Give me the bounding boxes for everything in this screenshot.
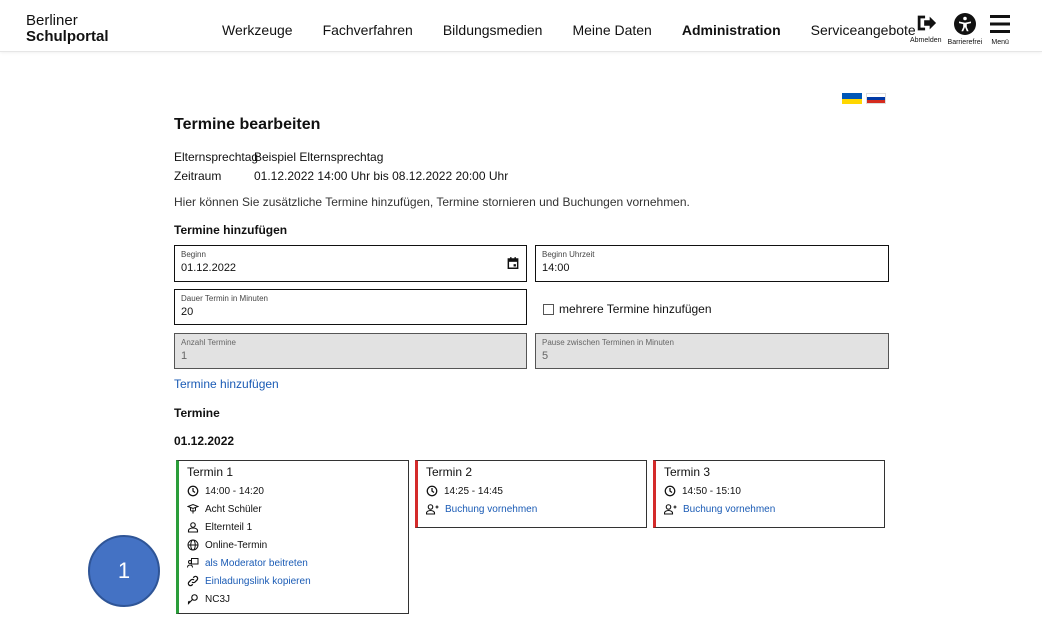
presenter-icon [187, 558, 199, 568]
page-description: Hier können Sie zusätzliche Termine hinz… [174, 195, 690, 209]
key-icon [187, 594, 198, 605]
field-value: 20 [181, 306, 194, 318]
termin-type: Online-Termin [187, 536, 400, 554]
globe-icon [187, 539, 199, 551]
logout-button[interactable]: Abmelden [910, 12, 942, 46]
booking-link[interactable]: Buchung vornehmen [445, 504, 537, 515]
termin-title: Termin 2 [426, 465, 473, 479]
termine-date: 01.12.2022 [174, 434, 235, 448]
nav-item-bildungsmedien[interactable]: Bildungsmedien [443, 22, 543, 38]
accessibility-icon [953, 13, 976, 35]
termine-section-title: Termine [174, 406, 220, 420]
termin-student: Acht Schüler [187, 500, 400, 518]
main-nav: Werkzeuge Fachverfahren Bildungsmedien M… [222, 22, 946, 38]
anzahl-termine-field: Anzahl Termine 1 [174, 333, 527, 369]
logout-label: Abmelden [910, 37, 942, 44]
field-label: Beginn [181, 250, 206, 259]
nav-item-fachverfahren[interactable]: Fachverfahren [323, 22, 413, 38]
field-label: Anzahl Termine [181, 338, 236, 347]
info-key: Zeitraum [174, 169, 222, 183]
info-value: 01.12.2022 14:00 Uhr bis 08.12.2022 20:0… [254, 169, 509, 183]
russian-flag-icon[interactable] [866, 93, 886, 104]
add-person-icon [664, 504, 677, 515]
termin-title: Termin 3 [664, 465, 711, 479]
termin-card-2[interactable]: Termin 2 14:25 - 14:45 Buchung vornehmen [415, 460, 647, 528]
brand-line2: Schulportal [26, 28, 109, 45]
info-value: Beispiel Elternsprechtag [254, 150, 384, 164]
menu-label: Menü [991, 39, 1009, 46]
nav-item-werkzeuge[interactable]: Werkzeuge [222, 22, 293, 38]
termin-moderator-row: als Moderator beitreten [187, 554, 400, 572]
moderator-join-link[interactable]: als Moderator beitreten [205, 558, 308, 569]
menu-button[interactable]: Menü [988, 12, 1012, 46]
ukrainian-flag-icon[interactable] [842, 93, 862, 104]
termin-parent: Elternteil 1 [187, 518, 400, 536]
termin-time: 14:00 - 14:20 [187, 482, 400, 500]
field-label: Dauer Termin in Minuten [181, 294, 269, 303]
termin-title: Termin 1 [187, 465, 234, 479]
termin-booking-row: Buchung vornehmen [426, 500, 638, 518]
add-person-icon [426, 504, 439, 515]
field-label: Pause zwischen Terminen in Minuten [542, 338, 674, 347]
accessibility-button[interactable]: Barrierefrei [947, 12, 983, 46]
field-value: 5 [542, 350, 549, 362]
multi-termine-checkbox[interactable]: mehrere Termine hinzufügen [543, 302, 712, 316]
nav-item-administration[interactable]: Administration [682, 22, 781, 38]
header-actions: Abmelden Barrierefrei Menü [910, 12, 1018, 46]
person-icon [187, 522, 199, 533]
clock-icon [426, 485, 438, 497]
page-title: Termine bearbeiten [174, 116, 321, 133]
booking-link[interactable]: Buchung vornehmen [683, 504, 775, 515]
termin-invite-row: Einladungslink kopieren [187, 572, 400, 590]
field-value: 14:00 [542, 262, 570, 274]
termin-card-1[interactable]: Termin 1 14:00 - 14:20 Acht Schüler Elte… [176, 460, 409, 614]
logout-icon [917, 15, 936, 31]
add-termine-link[interactable]: Termine hinzufügen [174, 377, 279, 391]
language-switcher [842, 93, 886, 104]
top-header: Berliner Schulportal Werkzeuge Fachverfa… [0, 0, 1042, 52]
checkbox-box[interactable] [543, 303, 554, 315]
beginn-date-field[interactable]: Beginn 01.12.2022 [174, 245, 527, 282]
field-value: 1 [181, 350, 188, 362]
field-label: Beginn Uhrzeit [542, 250, 595, 259]
termin-booking-row: Buchung vornehmen [664, 500, 876, 518]
pause-field: Pause zwischen Terminen in Minuten 5 [535, 333, 889, 369]
student-icon [187, 503, 199, 514]
brand-logo[interactable]: Berliner Schulportal [26, 13, 109, 45]
nav-item-serviceangebote[interactable]: Serviceangebote [811, 22, 916, 38]
dauer-field[interactable]: Dauer Termin in Minuten 20 [174, 289, 527, 325]
calendar-icon[interactable] [506, 256, 520, 270]
step-number-badge: 1 [88, 535, 160, 607]
termin-time: 14:25 - 14:45 [426, 482, 638, 500]
checkbox-label: mehrere Termine hinzufügen [559, 302, 712, 316]
nav-item-meine-daten[interactable]: Meine Daten [572, 22, 651, 38]
termin-card-3[interactable]: Termin 3 14:50 - 15:10 Buchung vornehmen [653, 460, 885, 528]
termin-code-row: NC3J [187, 590, 400, 608]
info-key: Elternsprechtag [174, 150, 259, 164]
hamburger-menu-icon [990, 15, 1011, 33]
accessibility-label: Barrierefrei [947, 39, 983, 46]
clock-icon [664, 485, 676, 497]
beginn-uhrzeit-field[interactable]: Beginn Uhrzeit 14:00 [535, 245, 889, 282]
info-row-zeitraum: Zeitraum 01.12.2022 14:00 Uhr bis 08.12.2… [174, 169, 508, 183]
field-value: 01.12.2022 [181, 262, 237, 274]
badge-number: 1 [117, 558, 131, 583]
clock-icon [187, 485, 199, 497]
link-icon [187, 575, 199, 587]
brand-line1: Berliner [26, 12, 78, 29]
info-row-elternsprechtag: ElternsprechtagBeispiel Elternsprechtag [174, 150, 383, 164]
invite-link-copy[interactable]: Einladungslink kopieren [205, 576, 311, 587]
add-section-title: Termine hinzufügen [174, 223, 288, 237]
termin-time: 14:50 - 15:10 [664, 482, 876, 500]
